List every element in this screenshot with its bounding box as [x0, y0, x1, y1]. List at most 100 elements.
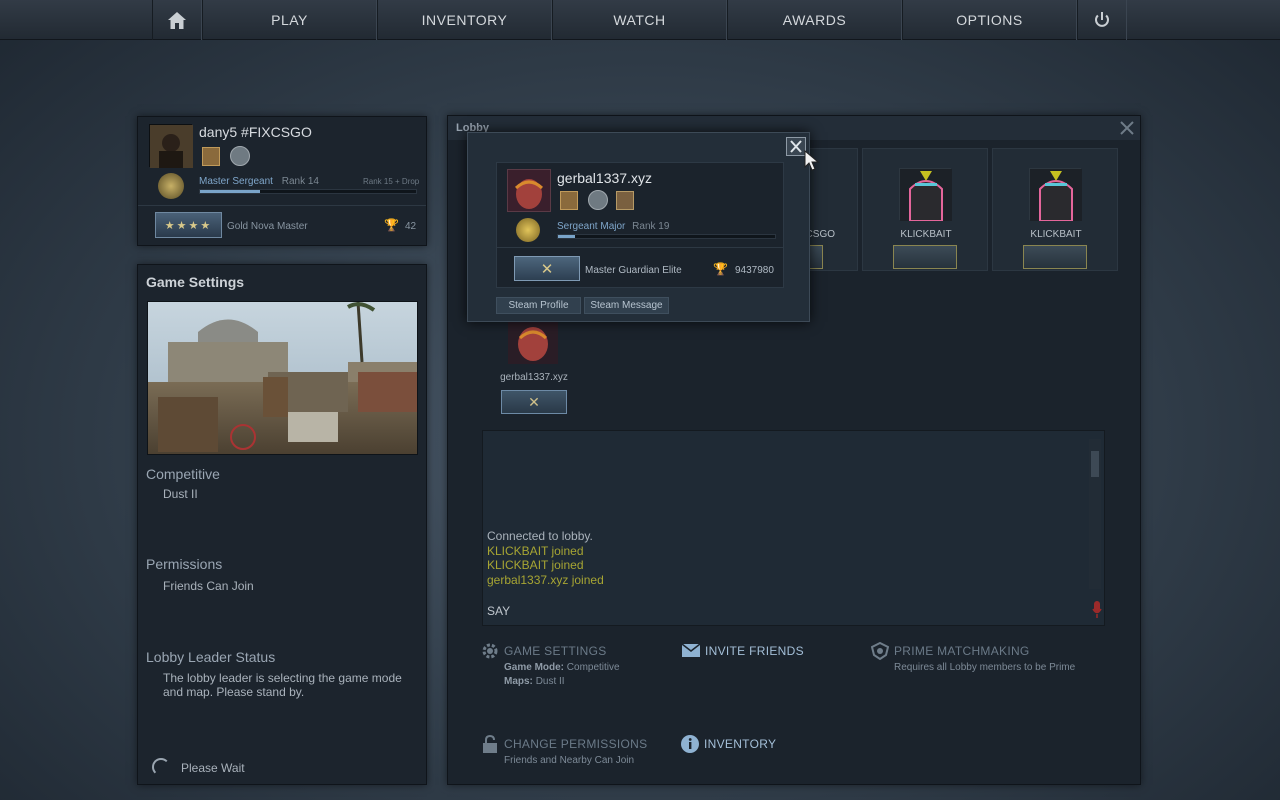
- steam-message-button[interactable]: Steam Message: [584, 297, 669, 314]
- chat-line: KLICKBAIT joined: [487, 543, 584, 558]
- skill-group-badge[interactable]: ★★★★: [155, 212, 222, 238]
- permissions-value: Friends Can Join: [163, 579, 254, 593]
- nav-options-label: OPTIONS: [956, 12, 1023, 28]
- member-avatar-image-icon: [1030, 169, 1082, 222]
- nav-inventory-label: INVENTORY: [421, 12, 508, 28]
- close-icon: [790, 140, 802, 153]
- profile-xp-fill: [200, 190, 261, 193]
- popup-skill-group: Master Guardian Elite: [585, 265, 682, 276]
- map-preview: [147, 301, 418, 455]
- medal-icon[interactable]: [202, 147, 220, 166]
- nav-watch-label: WATCH: [613, 12, 666, 28]
- popup-rank-title: Sergeant Major: [557, 221, 626, 232]
- member-avatar: [899, 168, 952, 222]
- rank-emblem-icon: [158, 173, 184, 199]
- member-rank-badge[interactable]: [893, 245, 957, 269]
- permissions-label: Permissions: [146, 556, 223, 572]
- leader-status-text: The lobby leader is selecting the game m…: [163, 671, 402, 699]
- leader-status-label: Lobby Leader Status: [146, 649, 276, 665]
- please-wait-text: Please Wait: [181, 761, 245, 775]
- divider: [138, 205, 426, 206]
- nav-awards-label: AWARDS: [782, 12, 847, 28]
- game-map-label: Dust II: [163, 487, 198, 501]
- chat-box: Connected to lobby. KLICKBAIT joined KLI…: [482, 430, 1105, 626]
- popup-skill-group-badge[interactable]: ✕: [514, 256, 580, 281]
- action-inventory-title: INVENTORY: [704, 737, 777, 751]
- microphone-icon[interactable]: [1092, 601, 1102, 619]
- avatar[interactable]: [149, 124, 193, 168]
- lobby-slot-member-1[interactable]: KLICKBAIT: [862, 148, 988, 271]
- lobby-close-button[interactable]: [1119, 120, 1135, 136]
- power-button[interactable]: [1077, 0, 1127, 40]
- nav-play[interactable]: PLAY: [202, 0, 377, 40]
- badge-icon[interactable]: [616, 191, 634, 210]
- action-permissions-title: CHANGE PERMISSIONS: [504, 737, 648, 751]
- action-permissions-desc: Friends and Nearby Can Join: [504, 755, 635, 766]
- profile-next-rank: Rank 15 + Drop: [363, 177, 420, 186]
- popup-name: gerbal1337.xyz: [557, 170, 652, 186]
- chat-line: KLICKBAIT joined: [487, 558, 584, 572]
- action-game-settings-desc: Game Mode: Competitive Maps: Dust II: [504, 661, 620, 689]
- trophy-count: 42: [405, 221, 417, 232]
- steam-message-label: Steam Message: [590, 300, 663, 311]
- chat-line: gerbal1337.xyz joined: [487, 572, 604, 587]
- nav-inventory[interactable]: INVENTORY: [377, 0, 552, 40]
- game-settings-title: Game Settings: [146, 274, 245, 290]
- profile-card: dany5 #FIXCSGO Master Sergeant Rank 14 R…: [137, 116, 427, 246]
- spinner-icon: [152, 758, 170, 776]
- self-avatar[interactable]: [508, 318, 558, 364]
- skill-group-name: Gold Nova Master: [227, 221, 308, 232]
- popup-avatar[interactable]: [507, 169, 551, 212]
- game-mode-value: Competitive: [566, 662, 620, 673]
- gear-icon: [482, 643, 498, 659]
- nav-watch[interactable]: WATCH: [552, 0, 727, 40]
- chat-log: Connected to lobby. KLICKBAIT joined KLI…: [487, 529, 1087, 587]
- coin-icon[interactable]: [230, 146, 250, 166]
- action-invite-friends-title: INVITE FRIENDS: [705, 644, 804, 658]
- game-mode-key: Game Mode:: [504, 662, 565, 673]
- envelope-icon: [682, 644, 700, 657]
- chat-input[interactable]: SAY: [483, 599, 1089, 625]
- nav-awards[interactable]: AWARDS: [727, 0, 902, 40]
- medal-icon[interactable]: [560, 191, 578, 210]
- member-name: KLICKBAIT: [1030, 229, 1082, 240]
- lobby-slot-member-2[interactable]: KLICKBAIT: [992, 148, 1118, 271]
- game-mode-label: Competitive: [146, 466, 220, 482]
- home-button[interactable]: [152, 0, 202, 40]
- steam-profile-button[interactable]: Steam Profile: [496, 297, 581, 314]
- member-rank-badge[interactable]: [1023, 245, 1087, 269]
- coin-icon[interactable]: [588, 190, 608, 210]
- popup-trophy-count: 9437980: [735, 265, 774, 276]
- self-rank-badge[interactable]: ✕: [501, 390, 567, 414]
- popup-xp-fill: [558, 235, 576, 238]
- profile-xp-bar: [199, 189, 417, 194]
- member-avatar-image-icon: [900, 169, 952, 222]
- member-avatar: [1029, 168, 1082, 222]
- map-preview-image-icon: [148, 302, 417, 454]
- close-icon: [1120, 121, 1134, 135]
- info-icon: [681, 735, 699, 753]
- profile-name: dany5 #FIXCSGO: [199, 124, 312, 140]
- nav-options[interactable]: OPTIONS: [902, 0, 1077, 40]
- chat-scrollbar[interactable]: [1089, 439, 1101, 589]
- prime-icon: [871, 642, 889, 660]
- home-icon: [168, 11, 186, 29]
- chat-line: Connected to lobby.: [487, 529, 593, 543]
- power-icon: [1095, 12, 1109, 27]
- self-avatar-image-icon: [508, 318, 558, 364]
- profile-rank-title: Master Sergeant: [199, 176, 273, 187]
- popup-avatar-image-icon: [508, 170, 550, 211]
- mouse-cursor-icon: [804, 150, 820, 171]
- self-name: gerbal1337.xyz: [500, 372, 568, 383]
- chat-scroll-thumb[interactable]: [1091, 451, 1099, 477]
- popup-close-button[interactable]: [786, 137, 806, 156]
- action-prime-title: PRIME MATCHMAKING: [894, 644, 1030, 658]
- profile-rank-level: Rank 14: [281, 176, 319, 187]
- trophy-icon: 🏆: [713, 262, 728, 276]
- lock-icon: [483, 735, 497, 753]
- profile-rank: Master Sergeant Rank 14: [199, 176, 319, 187]
- divider: [497, 247, 783, 248]
- crossed-rifles-icon: ✕: [528, 393, 540, 410]
- rank-emblem-icon: [516, 218, 540, 242]
- steam-profile-label: Steam Profile: [508, 300, 569, 311]
